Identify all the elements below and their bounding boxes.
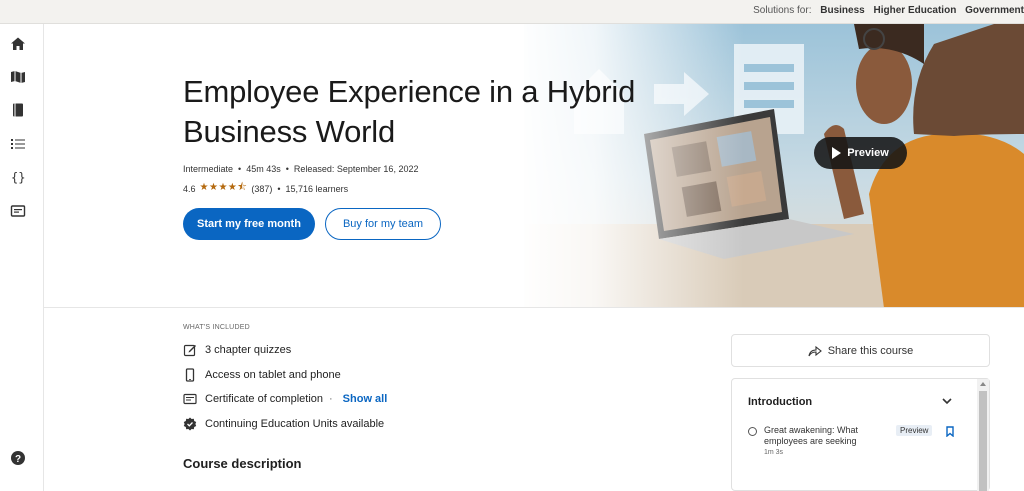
rating-count[interactable]: (387) <box>251 184 272 194</box>
included-item-text: Continuing Education Units available <box>205 417 385 430</box>
preview-badge[interactable]: Preview <box>896 425 933 436</box>
svg-text:?: ? <box>15 454 21 465</box>
edit-icon <box>183 343 197 357</box>
toc-video-duration: 1m 3s <box>764 449 784 456</box>
left-nav-rail: {} ? <box>0 24 44 491</box>
buy-for-team-button[interactable]: Buy for my team <box>325 208 441 240</box>
course-rating-row: 4.6 ★★★★⯪ (387) • 15,716 learners <box>183 180 348 197</box>
list-icon[interactable] <box>10 136 26 152</box>
included-item-text: 3 chapter quizzes <box>205 344 292 357</box>
hero-fade-overlay <box>514 24 744 307</box>
solutions-higher-education-link[interactable]: Higher Education <box>874 5 957 16</box>
solutions-business-link[interactable]: Business <box>820 5 864 16</box>
included-item: Certificate of completion · Show all <box>183 387 483 412</box>
progress-circle-icon <box>748 427 757 436</box>
course-description-heading: Course description <box>183 456 302 471</box>
preview-button-label: Preview <box>847 147 889 159</box>
learner-count: 15,716 learners <box>285 183 349 194</box>
share-label: Share this course <box>827 344 914 357</box>
badge-icon <box>183 417 197 431</box>
solutions-government-link[interactable]: Government <box>965 5 1024 16</box>
book-icon[interactable] <box>10 102 26 118</box>
share-arrow-icon <box>808 345 822 356</box>
toc-video-item[interactable]: Great awakening: What employees are seek… <box>748 425 958 465</box>
show-all-link[interactable]: Show all <box>343 393 388 405</box>
course-duration: 45m 43s <box>246 164 281 174</box>
toc-video-title[interactable]: Great awakening: What employees are seek… <box>764 425 874 447</box>
course-hero: Employee Experience in a Hybrid Business… <box>44 24 1024 308</box>
code-braces-icon[interactable]: {} <box>10 169 26 185</box>
svg-text:{}: {} <box>11 171 25 185</box>
solutions-label: Solutions for: <box>753 5 812 16</box>
included-item-text: Certificate of completion <box>205 393 323 406</box>
start-free-month-button[interactable]: Start my free month <box>183 208 315 240</box>
included-item: Access on tablet and phone <box>183 363 483 388</box>
certificate-icon[interactable] <box>10 203 26 219</box>
chevron-down-icon[interactable] <box>942 396 952 408</box>
course-released: Released: September 16, 2022 <box>293 164 419 174</box>
included-item-text: Access on tablet and phone <box>205 368 341 381</box>
separator-dot: · <box>329 393 333 406</box>
preview-button[interactable]: Preview <box>814 137 907 169</box>
whats-included-list: 3 chapter quizzes Access on tablet and p… <box>183 338 483 436</box>
table-of-contents: Introduction Great awakening: What emplo… <box>731 378 990 491</box>
home-icon[interactable] <box>10 36 26 52</box>
included-item: 3 chapter quizzes <box>183 338 483 363</box>
rating-stars-icon: ★★★★⯪ <box>199 182 248 193</box>
course-level: Intermediate <box>183 164 234 174</box>
course-title: Employee Experience in a Hybrid Business… <box>183 74 636 149</box>
map-icon[interactable] <box>10 69 26 85</box>
scrollbar-thumb[interactable] <box>979 391 987 491</box>
scroll-up-arrow-icon[interactable] <box>980 382 986 386</box>
rating-value: 4.6 <box>183 183 196 194</box>
toc-section-title[interactable]: Introduction <box>748 396 812 408</box>
share-course-button[interactable]: Share this course <box>731 334 990 367</box>
whats-included-heading: WHAT'S INCLUDED <box>183 324 250 331</box>
help-icon[interactable]: ? <box>10 450 26 466</box>
bookmark-icon[interactable] <box>946 426 954 437</box>
toc-scrollbar[interactable] <box>977 379 989 491</box>
solutions-links: Solutions for: Business Higher Education… <box>753 5 1024 16</box>
phone-icon <box>183 368 197 382</box>
course-meta: Intermediate • 45m 43s • Released: September… <box>183 164 419 174</box>
top-bar: Solutions for: Business Higher Education… <box>0 0 1024 24</box>
included-item: Continuing Education Units available <box>183 412 483 437</box>
play-icon <box>832 147 842 159</box>
certificate-icon <box>183 392 197 406</box>
